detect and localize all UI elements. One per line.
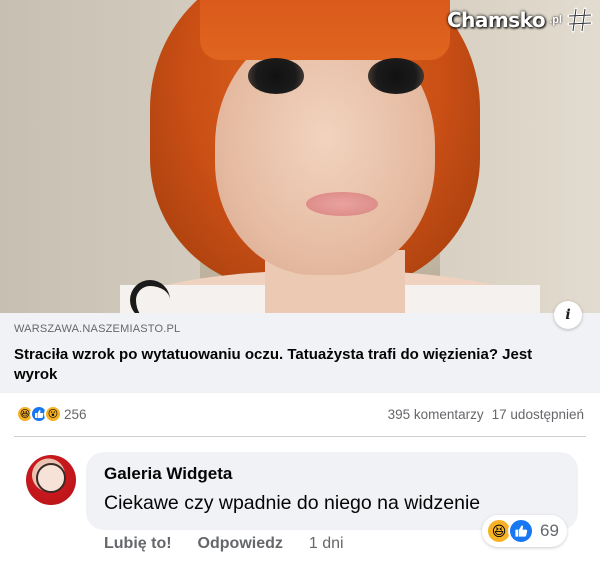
avatar[interactable] bbox=[26, 455, 76, 505]
watermark: Chamsko .pl bbox=[447, 6, 594, 34]
hashtag-logo-icon bbox=[567, 7, 593, 33]
reactions-summary-right: 395 komentarzy 17 udostępnień bbox=[388, 407, 584, 422]
wow-icon: 😮 bbox=[44, 405, 62, 423]
watermark-text: Chamsko bbox=[446, 8, 546, 32]
photo-strap bbox=[130, 280, 170, 313]
reaction-icons: 😆 😮 bbox=[16, 405, 62, 423]
reply-button[interactable]: Odpowiedz bbox=[198, 535, 283, 553]
like-button[interactable]: Lubię to! bbox=[104, 535, 172, 553]
shares-count[interactable]: 17 udostępnień bbox=[492, 407, 584, 422]
comment-author[interactable]: Galeria Widgeta bbox=[104, 464, 560, 484]
reaction-count: 256 bbox=[64, 406, 87, 422]
comment-text: Ciekawe czy wpadnie do niego na widzenie bbox=[104, 492, 481, 514]
watermark-suffix: .pl bbox=[549, 14, 562, 26]
photo-lips bbox=[306, 192, 378, 216]
comment-reactions[interactable]: 😆 69 bbox=[482, 515, 567, 547]
info-button[interactable]: i bbox=[554, 301, 582, 329]
link-domain: WARSZAWA.NASZEMIASTO.PL bbox=[14, 323, 181, 335]
photo-eye-left bbox=[248, 58, 304, 94]
comment-reaction-count: 69 bbox=[540, 521, 559, 540]
photo-bangs bbox=[200, 0, 450, 60]
reactions-summary-left[interactable]: 😆 😮 256 bbox=[16, 405, 87, 423]
divider bbox=[14, 436, 586, 437]
post-photo[interactable]: Chamsko .pl bbox=[0, 0, 600, 313]
photo-eye-right bbox=[368, 58, 424, 94]
comment-timestamp[interactable]: 1 dni bbox=[309, 535, 344, 553]
link-headline[interactable]: Straciła wzrok po wytatuowaniu oczu. Tat… bbox=[14, 345, 574, 385]
info-icon: i bbox=[565, 307, 571, 323]
reactions-summary: 😆 😮 256 395 komentarzy 17 udostępnień bbox=[16, 402, 584, 426]
like-icon bbox=[508, 518, 534, 544]
comments-count[interactable]: 395 komentarzy bbox=[388, 407, 484, 422]
comment-actions: Lubię to! Odpowiedz 1 dni bbox=[104, 535, 344, 553]
link-preview-card[interactable]: i WARSZAWA.NASZEMIASTO.PL Straciła wzrok… bbox=[0, 301, 600, 393]
